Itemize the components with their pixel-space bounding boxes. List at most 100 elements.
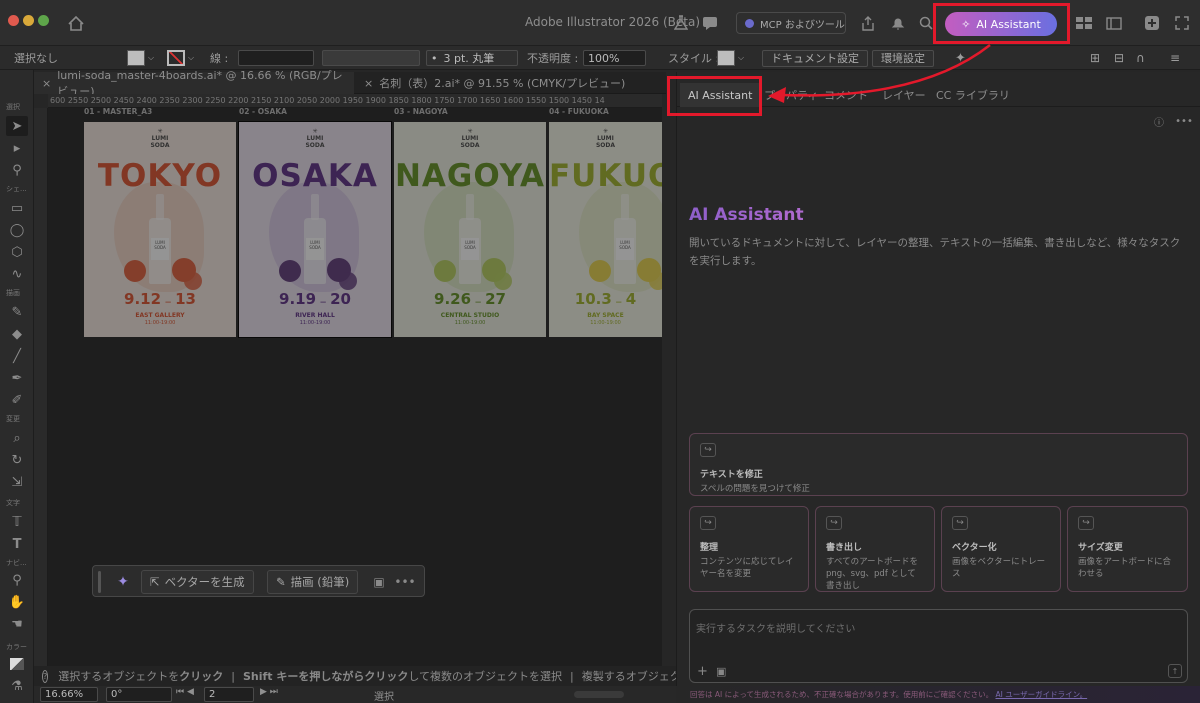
status-mode: 選択 <box>374 692 394 703</box>
zoom-field[interactable]: 16.66% <box>40 687 98 702</box>
tab-close-icon[interactable]: × <box>42 77 51 90</box>
rectangle-tool-icon[interactable]: ▭ <box>6 198 28 218</box>
transform-icon[interactable]: ∩ <box>1136 46 1145 70</box>
flask-icon[interactable] <box>672 13 690 33</box>
card-desc: コンテンツに応じてレイヤー名を変更 <box>700 557 794 579</box>
plugins-icon[interactable] <box>1142 13 1162 33</box>
panel-description: 開いているドキュメントに対して、レイヤーの整理、テキストの一括編集、書き出しなど… <box>689 237 1181 267</box>
rotate-view-tool-icon[interactable]: ☚ <box>6 614 28 634</box>
card-title: テキストを修正 <box>700 470 763 480</box>
panel-footer: 回答は AI によって生成されるため、不正確な場合があります。使用前にご確認くだ… <box>676 686 1200 703</box>
more-icon[interactable]: ••• <box>394 571 415 593</box>
polygon-tool-icon[interactable]: ⬡ <box>6 242 28 262</box>
drag-handle[interactable] <box>98 571 101 593</box>
suggestion-card-organize[interactable]: ↪ 整理 コンテンツに応じてレイヤー名を変更 <box>689 506 809 592</box>
opacity-label: 不透明度 : <box>527 52 579 65</box>
align-icon[interactable]: ⊞ <box>1090 46 1100 70</box>
home-icon[interactable] <box>66 13 86 33</box>
artboard-next-icon[interactable]: ▶ ⏭ <box>260 687 278 697</box>
vertical-ruler <box>34 108 48 666</box>
fill-stroke-swatch[interactable] <box>6 654 28 674</box>
paintbrush-tool-icon[interactable]: ╱ <box>6 346 28 366</box>
ai-tab-highlight <box>667 76 762 116</box>
add-icon[interactable]: + <box>697 664 708 679</box>
ai-assistant-button-label: AI Assistant <box>976 17 1041 31</box>
toolgroup-type-label: 文字 <box>6 499 20 507</box>
mcp-status-icon <box>745 18 754 28</box>
notification-bell-icon[interactable] <box>888 13 908 33</box>
panel-layout-icon[interactable] <box>1104 13 1124 33</box>
pencil-tool-icon[interactable]: ✎ <box>6 302 28 322</box>
card-desc: すべてのアートボードを png、svg、pdf として書き出し <box>826 557 919 591</box>
ai-assistant-button[interactable]: ✧ AI Assistant <box>945 12 1057 36</box>
horizontal-scrollbar[interactable] <box>574 691 624 698</box>
suggestion-card-fix-text[interactable]: ↪ テキストを修正 スペルの問題を見つけて修正 <box>689 433 1188 496</box>
card-desc: 画像をベクターにトレース <box>952 557 1046 579</box>
suggestion-card-vectorize[interactable]: ↪ ベクター化 画像をベクターにトレース <box>941 506 1061 592</box>
workspace-grid-icon[interactable] <box>1074 13 1094 33</box>
variable-width-profile[interactable] <box>322 50 420 66</box>
pen-tool-icon[interactable]: ✒ <box>6 368 28 388</box>
opacity-field[interactable]: 100% <box>583 50 646 66</box>
panel-menu-icon[interactable]: ••• <box>1175 114 1193 128</box>
chat-icon[interactable] <box>700 13 720 33</box>
artboard-prev-icon[interactable]: ⏮ ◀ <box>176 687 194 697</box>
sparkle-icon[interactable]: ✦ <box>111 571 135 593</box>
zoom-window-button[interactable] <box>38 15 49 26</box>
bottom-bar: 16.66% 0° ⏮ ◀ 2 ▶ ⏭ 選択 <box>34 686 676 703</box>
attach-image-icon[interactable]: ▣ <box>716 665 726 678</box>
fullscreen-icon[interactable] <box>1172 13 1192 33</box>
footer-guideline-link[interactable]: AI ユーザーガイドライン。 <box>996 690 1088 699</box>
rotation-field[interactable]: 0° <box>106 687 172 702</box>
generate-vector-button[interactable]: ⇱ ベクターを生成 <box>141 570 254 594</box>
magic-wand-tool-icon[interactable]: ⚲ <box>6 160 28 180</box>
close-window-button[interactable] <box>8 15 19 26</box>
status-hint-3: して複数のオブジェクトを選択 <box>408 670 563 683</box>
draw-pencil-button[interactable]: ✎ 描画 (鉛筆) <box>267 570 359 594</box>
share-icon[interactable] <box>858 13 878 33</box>
eraser-tool-icon[interactable]: ◆ <box>6 324 28 344</box>
zoom-tool-icon[interactable]: ⚲ <box>6 570 28 590</box>
image-options-icon[interactable]: ▣ <box>369 571 389 593</box>
more-options-icon[interactable]: ≡ <box>1170 46 1180 70</box>
selection-tool-icon[interactable]: ➤ <box>6 116 28 136</box>
artboard-number-field[interactable]: 2 <box>204 687 254 702</box>
type-on-path-tool-icon[interactable]: 𝕋 <box>6 512 28 532</box>
pencil-icon: ✎ <box>276 575 286 589</box>
mcp-tools-button[interactable]: MCP およびツール <box>736 12 846 34</box>
app-title: Adobe Illustrator 2026 (Beta) <box>524 15 700 29</box>
shaper-tool-icon[interactable]: ∿ <box>6 264 28 284</box>
prompt-placeholder: 実行するタスクを説明してください <box>696 624 856 635</box>
ellipse-tool-icon[interactable]: ◯ <box>6 220 28 240</box>
info-icon[interactable]: ⓘ <box>1152 114 1166 129</box>
toolgroup-select-label: 選択 <box>6 103 20 111</box>
direct-selection-tool-icon[interactable]: ▸ <box>6 138 28 158</box>
card-title: ベクター化 <box>952 543 997 553</box>
suggestion-card-export[interactable]: ↪ 書き出し すべてのアートボードを png、svg、pdf として書き出し <box>815 506 935 592</box>
brush-definition[interactable]: • 3 pt. 丸筆 <box>426 50 518 66</box>
tab-business-card[interactable]: × 名刺（表）2.ai* @ 91.55 % (CMYK/プレビュー) <box>356 72 633 94</box>
panel-title: AI Assistant <box>689 205 804 225</box>
generate-icon: ⇱ <box>150 575 160 589</box>
style-swatch[interactable]: ⌵ <box>717 46 744 70</box>
eyedropper-tool-icon[interactable]: ⚗ <box>6 676 28 696</box>
blob-brush-tool-icon[interactable]: ✐ <box>6 390 28 410</box>
toolgroup-nav-label: ナビ... <box>6 559 27 567</box>
task-prompt-input[interactable]: 実行するタスクを説明してください + ▣ ↑ <box>689 609 1188 683</box>
minimize-window-button[interactable] <box>23 15 34 26</box>
stroke-weight-field[interactable] <box>238 50 314 66</box>
width-tool-icon[interactable]: ⇲ <box>6 472 28 492</box>
distribute-icon[interactable]: ⊟ <box>1114 46 1124 70</box>
rotate-tool-icon[interactable]: ↻ <box>6 450 28 470</box>
vertical-scrollbar[interactable] <box>662 94 676 666</box>
hand-tool-icon[interactable]: ✋ <box>6 592 28 612</box>
help-icon[interactable]: ? <box>42 669 49 683</box>
return-arrow-icon: ↪ <box>952 516 968 530</box>
return-arrow-icon: ↪ <box>700 516 716 530</box>
tab-lumi-soda[interactable]: × lumi-soda_master-4boards.ai* @ 16.66 %… <box>34 69 354 98</box>
type-tool-icon[interactable]: T <box>6 534 28 554</box>
lasso-tool-icon[interactable]: ⌕ <box>6 428 28 448</box>
send-icon[interactable]: ↑ <box>1168 664 1182 678</box>
suggestion-card-resize[interactable]: ↪ サイズ変更 画像をアートボードに合わせる <box>1067 506 1188 592</box>
tab-close-icon[interactable]: × <box>364 77 373 90</box>
